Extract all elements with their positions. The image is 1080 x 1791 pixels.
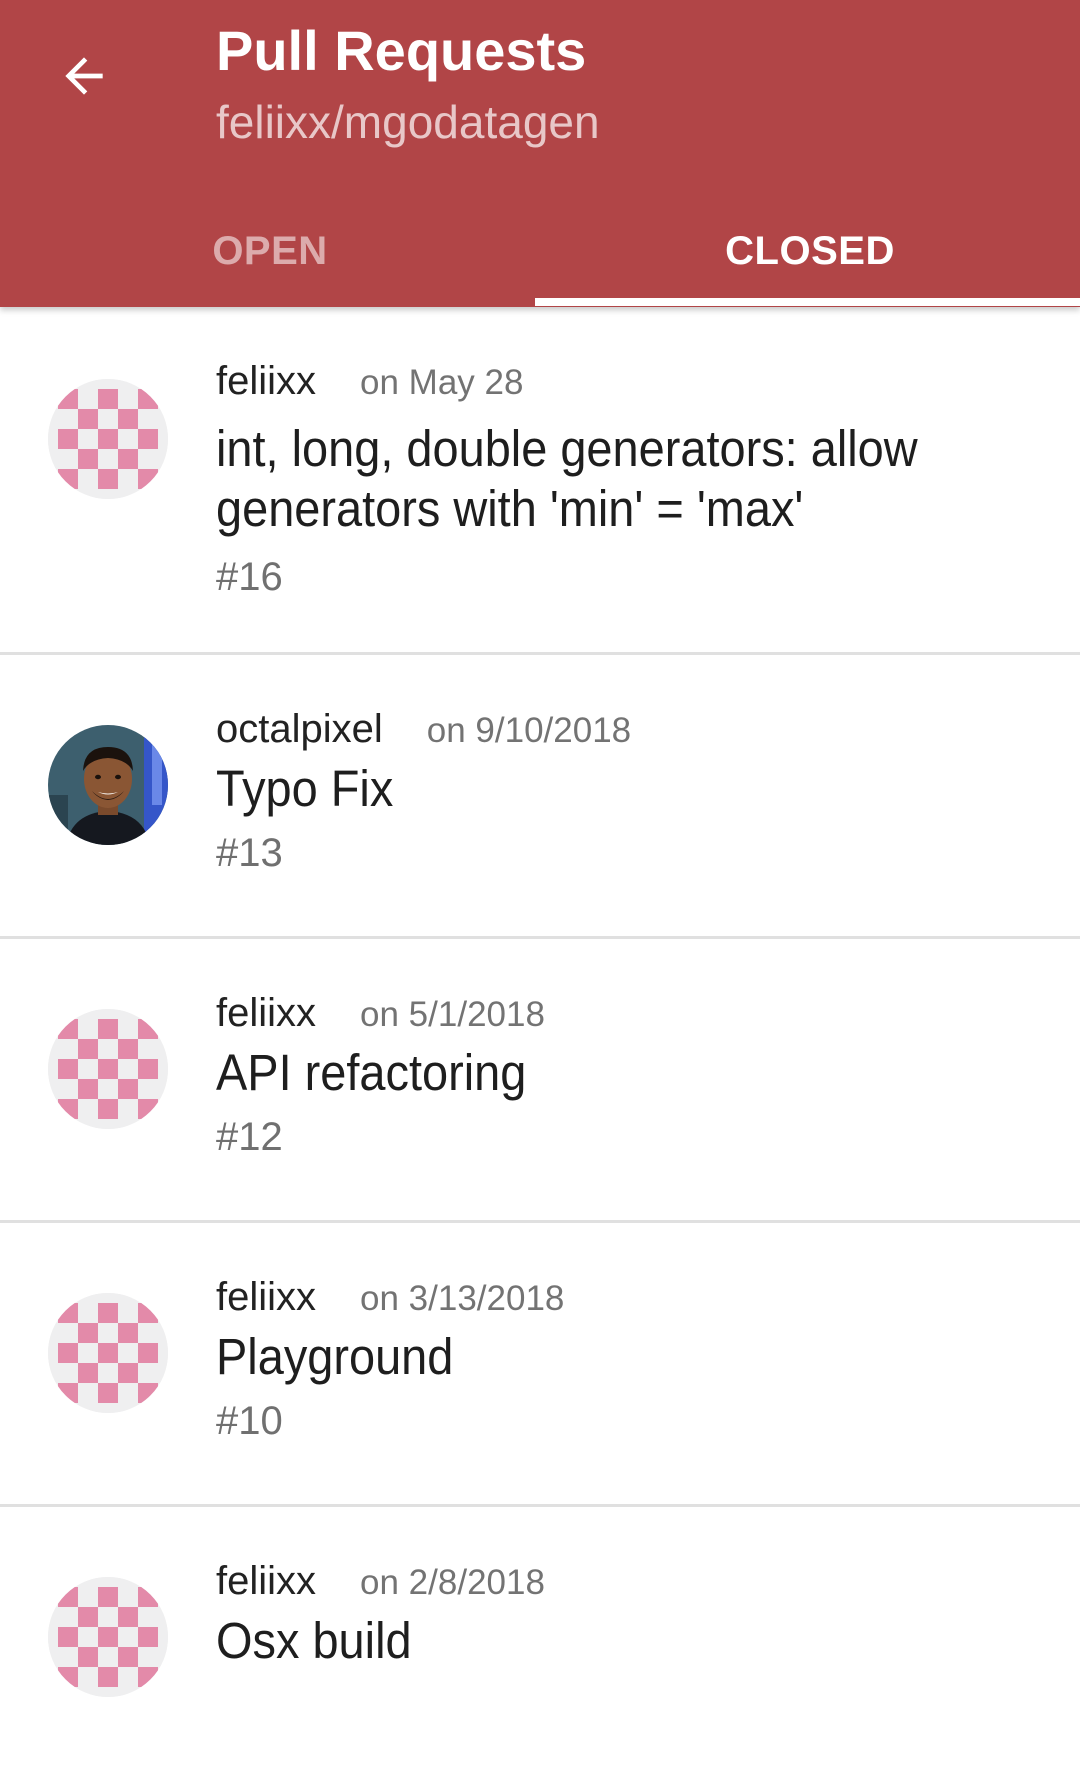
avatar bbox=[48, 1293, 168, 1413]
tab-selected-indicator bbox=[535, 298, 1080, 306]
identicon-avatar bbox=[48, 1577, 168, 1697]
pr-meta: feliixx on May 28 bbox=[216, 355, 523, 416]
pr-author: feliixx bbox=[216, 359, 317, 403]
pr-date: on 3/13/2018 bbox=[360, 1279, 565, 1318]
pr-author: feliixx bbox=[216, 991, 317, 1035]
pr-meta: octalpixel on 9/10/2018 bbox=[216, 703, 631, 764]
pr-number: #10 bbox=[216, 1399, 283, 1443]
pr-meta: feliixx on 2/8/2018 bbox=[216, 1555, 545, 1616]
tab-closed[interactable]: CLOSED bbox=[540, 196, 1080, 307]
tab-open[interactable]: OPEN bbox=[0, 196, 540, 307]
pull-request-item[interactable]: feliixx on 5/1/2018 API refactoring #12 bbox=[0, 939, 1080, 1223]
pr-date: on 9/10/2018 bbox=[426, 711, 632, 750]
avatar bbox=[48, 725, 168, 845]
avatar bbox=[48, 379, 168, 499]
identicon-avatar bbox=[48, 1009, 168, 1129]
pull-request-item[interactable]: octalpixel on 9/10/2018 Typo Fix #13 bbox=[0, 655, 1080, 939]
pull-request-list: feliixx on May 28 int, long, double gener… bbox=[0, 307, 1080, 1791]
user-photo-avatar bbox=[48, 725, 168, 845]
pr-number: #12 bbox=[216, 1115, 283, 1159]
pr-title: Playground bbox=[216, 1328, 454, 1385]
identicon-avatar bbox=[48, 379, 168, 499]
pr-meta: feliixx on 3/13/2018 bbox=[216, 1271, 564, 1332]
identicon-avatar bbox=[48, 1293, 168, 1413]
pr-date: on May 28 bbox=[360, 363, 524, 402]
pr-number: #13 bbox=[216, 831, 283, 875]
pr-number: #16 bbox=[216, 555, 283, 599]
page-title: Pull Requests bbox=[216, 19, 587, 82]
pr-title: API refactoring bbox=[216, 1044, 527, 1101]
pr-date: on 2/8/2018 bbox=[360, 1563, 545, 1602]
back-button[interactable] bbox=[44, 36, 124, 116]
pr-title: int, long, double generators: allow gene… bbox=[216, 420, 918, 537]
pr-author: feliixx bbox=[216, 1275, 317, 1319]
pr-author: octalpixel bbox=[216, 707, 383, 751]
pull-request-item[interactable]: feliixx on 3/13/2018 Playground #10 bbox=[0, 1223, 1080, 1507]
pr-title: Osx build bbox=[216, 1612, 412, 1669]
pr-author: feliixx bbox=[216, 1559, 317, 1603]
pull-request-item[interactable]: feliixx on 2/8/2018 Osx build bbox=[0, 1507, 1080, 1791]
pr-title: Typo Fix bbox=[216, 760, 394, 817]
pr-meta: feliixx on 5/1/2018 bbox=[216, 987, 545, 1048]
pr-date: on 5/1/2018 bbox=[360, 995, 545, 1034]
arrow-back-icon bbox=[65, 57, 103, 95]
repo-subtitle: feliixx/mgodatagen bbox=[216, 96, 600, 148]
app-bar: Pull Requests feliixx/mgodatagen OPEN CL… bbox=[0, 0, 1080, 307]
pull-request-item[interactable]: feliixx on May 28 int, long, double gener… bbox=[0, 307, 1080, 655]
avatar bbox=[48, 1577, 168, 1697]
avatar bbox=[48, 1009, 168, 1129]
